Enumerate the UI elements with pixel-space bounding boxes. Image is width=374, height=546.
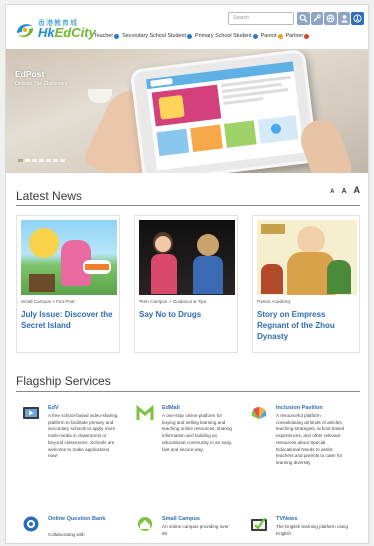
section-divider xyxy=(16,205,360,206)
coffee-cup-image xyxy=(88,89,112,103)
news-title-link[interactable]: Say No to Drugs xyxy=(139,309,233,320)
globe-icon[interactable] xyxy=(324,12,337,25)
news-title-link[interactable]: July Issue: Discover the Secret Island xyxy=(21,309,115,331)
tvnews-icon xyxy=(251,517,267,531)
news-title-link[interactable]: Story on Empress Regnant of the Zhou Dyn… xyxy=(257,309,355,342)
accessibility-icon[interactable] xyxy=(351,12,365,25)
font-large-button[interactable]: A xyxy=(354,185,361,195)
service-description: A one-stop online platform for buying an… xyxy=(162,413,233,452)
audience-nav: Teacher Secondary School Student Primary… xyxy=(94,33,310,39)
service-item-tvnews[interactable]: TVNews The English learning platform usi… xyxy=(250,515,358,543)
latest-news-title: Latest News xyxy=(16,189,83,203)
font-small-button[interactable]: A xyxy=(330,189,334,195)
edv-icon xyxy=(23,407,39,419)
service-name[interactable]: Small Campus xyxy=(162,515,200,523)
chevron-down-icon xyxy=(114,33,120,39)
page-frame: 香港教育城 HkEdCity Search Teacher Secondary xyxy=(5,4,369,544)
pager-dot[interactable] xyxy=(25,159,30,162)
pager-dot[interactable] xyxy=(46,159,51,162)
tools-icon[interactable] xyxy=(310,12,324,25)
pager-dot[interactable] xyxy=(18,159,23,162)
top-toolbar: Search xyxy=(228,11,365,26)
service-item-edmall[interactable]: EdMall A one-stop online platform for bu… xyxy=(136,404,244,504)
pager-dot[interactable] xyxy=(53,159,58,162)
nav-item-teacher[interactable]: Teacher xyxy=(94,33,120,39)
service-description: The English learning platform using Engl… xyxy=(276,524,349,536)
chevron-down-icon xyxy=(304,33,310,39)
question-bank-icon xyxy=(23,516,39,532)
pager-dot[interactable] xyxy=(39,159,44,162)
service-name[interactable]: Online Question Bank xyxy=(48,515,108,523)
logo-swirl-icon xyxy=(17,24,34,38)
service-name[interactable]: EdMall xyxy=(162,404,180,412)
service-item-edv[interactable]: EdV A free school-based video-sharing pl… xyxy=(22,404,130,504)
edcity-logo[interactable]: 香港教育城 HkEdCity xyxy=(14,19,96,43)
service-item-inclusion-pavilion[interactable]: Inclusion Pavilion A resourceful platfor… xyxy=(250,404,358,514)
small-campus-icon xyxy=(138,517,152,531)
chevron-down-icon xyxy=(277,33,283,39)
flagship-services-title: Flagship Services xyxy=(16,374,111,388)
nav-item-parent[interactable]: Parent xyxy=(261,33,283,39)
hero-title: EdPost xyxy=(15,69,45,79)
news-thumbnail xyxy=(139,220,235,295)
inclusion-pavilion-icon xyxy=(251,407,267,419)
search-input[interactable]: Search xyxy=(228,12,295,25)
news-card[interactable]: Parent Academy Story on Empress Regnant … xyxy=(252,215,360,353)
news-card[interactable]: Small Campus > Fun Post July Issue: Disc… xyxy=(16,215,120,353)
nav-item-secondary-student[interactable]: Secondary School Student xyxy=(122,33,193,39)
hero-banner[interactable]: EdPost Outside The Classroom xyxy=(6,49,368,173)
user-icon[interactable] xyxy=(337,12,351,25)
news-thumbnail xyxy=(21,220,117,295)
font-medium-button[interactable]: A xyxy=(341,188,346,195)
news-card[interactable]: Teen Campus > Guidance & Tips Say No to … xyxy=(134,215,238,353)
news-category: Parent Academy xyxy=(257,299,291,304)
service-description: A free school-based video-sharing platfo… xyxy=(48,413,118,459)
news-thumbnail xyxy=(257,220,357,295)
service-name[interactable]: TVNews xyxy=(276,515,297,523)
service-description: Collaborating with xyxy=(48,532,85,537)
logo-english-text: HkEdCity xyxy=(38,25,96,40)
tablet-image xyxy=(129,49,319,173)
news-category: Small Campus > Fun Post xyxy=(21,299,75,304)
service-description: A resourceful platform consolidating all… xyxy=(276,413,345,465)
edmall-icon xyxy=(136,404,154,420)
pager-dot[interactable] xyxy=(60,159,65,162)
hero-pager[interactable] xyxy=(18,159,65,162)
font-size-controls: A A A xyxy=(330,185,360,195)
hero-subtitle: Outside The Classroom xyxy=(15,81,68,87)
section-divider xyxy=(16,391,360,392)
news-category: Teen Campus > Guidance & Tips xyxy=(139,299,207,304)
chevron-down-icon xyxy=(252,33,258,39)
search-icon[interactable] xyxy=(297,12,310,25)
site-header: 香港教育城 HkEdCity Search Teacher Secondary xyxy=(6,5,368,49)
pager-dot[interactable] xyxy=(32,159,37,162)
service-description: An online campus providing over 50 xyxy=(162,524,229,536)
service-name[interactable]: EdV xyxy=(48,404,59,412)
service-item-online-question-bank[interactable]: Online Question Bank Collaborating with xyxy=(22,515,130,543)
nav-item-partner[interactable]: Partner xyxy=(286,33,310,39)
chevron-down-icon xyxy=(187,33,193,39)
service-name[interactable]: Inclusion Pavilion xyxy=(276,404,323,412)
nav-item-primary-student[interactable]: Primary School Student xyxy=(195,33,258,39)
service-item-small-campus[interactable]: Small Campus An online campus providing … xyxy=(136,515,244,543)
